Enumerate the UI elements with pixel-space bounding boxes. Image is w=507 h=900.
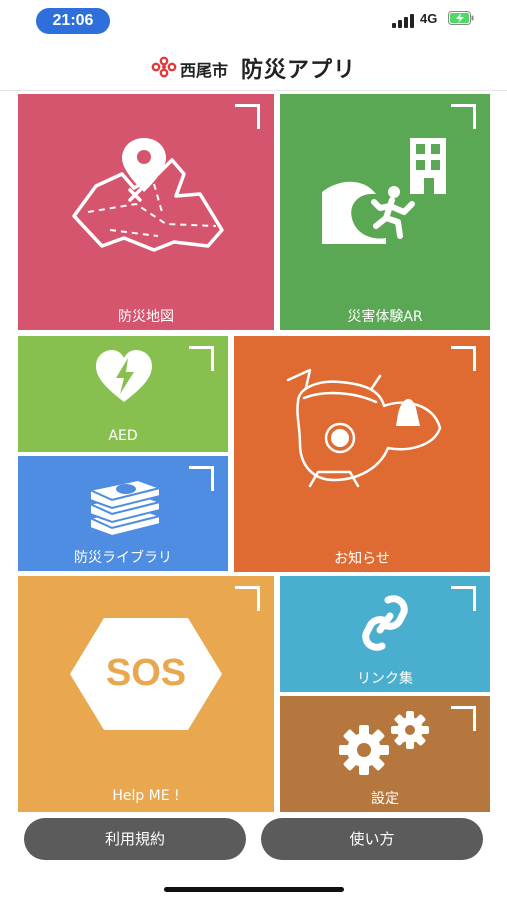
expand-corner-icon: [189, 466, 214, 491]
tile-label: リンク集: [357, 671, 413, 687]
tile-notices[interactable]: お知らせ: [234, 336, 490, 572]
tile-disaster-ar[interactable]: 災害体験AR: [280, 94, 490, 330]
tile-aed[interactable]: AED: [18, 336, 228, 452]
city-emblem-icon: [151, 56, 177, 78]
expand-corner-icon: [189, 346, 214, 371]
sos-badge-text: SOS: [105, 652, 187, 694]
gears-icon: [339, 711, 429, 775]
tile-disaster-library[interactable]: 防災ライブラリ: [18, 456, 228, 571]
terms-of-use-button[interactable]: 利用規約: [24, 818, 246, 860]
city-name: 西尾市: [180, 61, 229, 80]
expand-corner-icon: [235, 586, 260, 611]
chain-link-icon: [362, 595, 408, 651]
signal-icon: [392, 14, 414, 28]
tile-label: AED: [108, 428, 138, 444]
how-to-use-button[interactable]: 使い方: [261, 818, 483, 860]
tile-label: 防災地図: [118, 309, 174, 325]
app-header: 西尾市 防災アプリ: [0, 44, 507, 91]
aed-heart-icon: [96, 350, 152, 402]
tile-links[interactable]: リンク集: [280, 576, 490, 692]
expand-corner-icon: [451, 346, 476, 371]
tile-label: 災害体験AR: [347, 309, 423, 325]
tile-label: お知らせ: [334, 551, 390, 567]
tile-label: 設定: [371, 791, 399, 807]
tile-label: Help ME !: [112, 788, 180, 804]
map-pin-icon: [72, 138, 224, 252]
status-time: 21:06: [36, 8, 110, 34]
expand-corner-icon: [451, 706, 476, 731]
tile-disaster-map[interactable]: 防災地図: [18, 94, 274, 330]
expand-corner-icon: [235, 104, 260, 129]
book-stack-icon: [86, 478, 164, 536]
battery-charging-icon: [448, 11, 474, 25]
tile-help-me-sos[interactable]: SOS Help ME !: [18, 576, 274, 812]
expand-corner-icon: [451, 586, 476, 611]
status-bar: 21:06 4G: [0, 0, 507, 44]
mascot-icon: [286, 368, 442, 488]
home-indicator[interactable]: [164, 887, 344, 892]
tsunami-evacuation-icon: [322, 138, 446, 244]
app-title: 防災アプリ: [241, 58, 357, 83]
network-type: 4G: [420, 11, 438, 26]
expand-corner-icon: [451, 104, 476, 129]
tile-label: 防災ライブラリ: [74, 550, 172, 566]
tile-settings[interactable]: 設定: [280, 696, 490, 812]
